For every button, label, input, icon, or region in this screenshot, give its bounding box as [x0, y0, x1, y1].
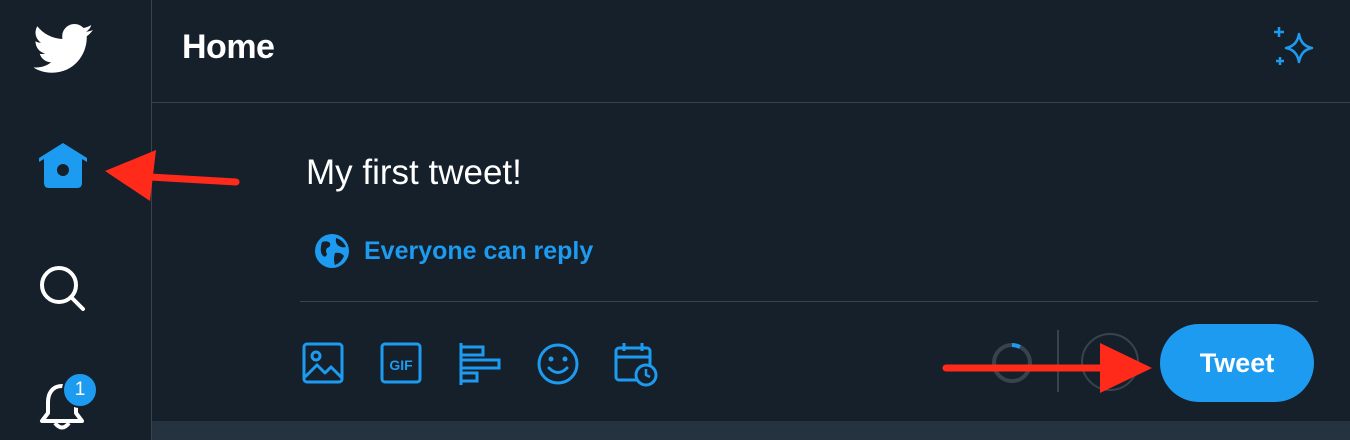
sidebar-nav: 1: [0, 0, 152, 440]
emoji-icon[interactable]: [535, 341, 581, 387]
reply-setting-label: Everyone can reply: [364, 236, 594, 265]
sparkle-icon[interactable]: [1272, 24, 1318, 70]
twitter-bird-icon: [33, 24, 93, 73]
main-column: Home My first tweet! Everyone can reply: [152, 0, 1350, 440]
timeline-divider: [152, 421, 1350, 440]
home-icon: [39, 143, 87, 188]
page-title: Home: [182, 28, 275, 66]
reply-setting[interactable]: Everyone can reply: [314, 231, 593, 271]
composer-divider: [300, 301, 1318, 302]
tweet-composer: My first tweet! Everyone can reply GIF T…: [152, 103, 1350, 421]
svg-text:GIF: GIF: [389, 357, 413, 373]
schedule-icon[interactable]: [613, 341, 659, 387]
character-counter: [992, 343, 1032, 383]
add-tweet-icon[interactable]: [1080, 332, 1140, 392]
sidebar-item-explore[interactable]: [38, 264, 86, 317]
tweet-button[interactable]: Tweet: [1160, 324, 1314, 402]
toolbar-separator: [1057, 330, 1059, 392]
sidebar-item-home[interactable]: [38, 142, 88, 195]
tweet-input[interactable]: My first tweet!: [306, 153, 522, 193]
gif-icon[interactable]: GIF: [379, 341, 425, 387]
image-icon[interactable]: [301, 341, 347, 387]
globe-icon: [315, 234, 349, 268]
notification-badge: 1: [62, 372, 98, 408]
poll-icon[interactable]: [457, 341, 503, 387]
search-icon: [40, 266, 85, 311]
twitter-logo[interactable]: [33, 24, 94, 79]
page-header: Home: [152, 0, 1350, 103]
